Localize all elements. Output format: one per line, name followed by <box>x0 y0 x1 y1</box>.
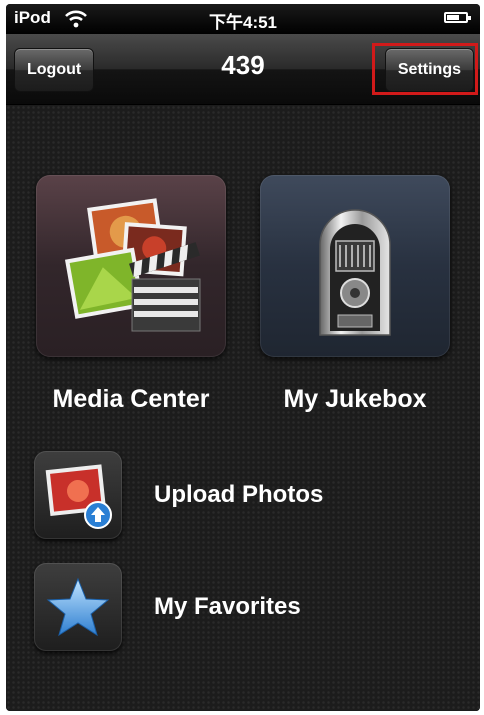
media-center-tile[interactable] <box>36 175 226 357</box>
status-time: 下午4:51 <box>208 13 278 32</box>
my-jukebox-tile[interactable] <box>260 175 450 357</box>
upload-photo-icon <box>45 464 112 529</box>
device-screen: iPod 下午4:51 Logout 439 Settings Media Ce… <box>6 4 480 711</box>
media-center-label[interactable]: Media Center <box>19 385 243 414</box>
my-favorites-icon-button[interactable] <box>34 563 122 651</box>
battery-icon <box>444 12 471 23</box>
upload-photos-label[interactable]: Upload Photos <box>154 481 323 509</box>
jukebox-icon <box>319 209 391 336</box>
star-icon <box>46 577 110 637</box>
upload-photos-icon-button[interactable] <box>34 451 122 539</box>
my-favorites-label[interactable]: My Favorites <box>154 593 301 621</box>
navigation-bar: Logout 439 Settings <box>6 34 480 105</box>
main-content: Media Center My Jukebox Upload Photos My… <box>6 105 480 711</box>
status-bar: iPod 下午4:51 <box>6 4 480 34</box>
my-jukebox-label[interactable]: My Jukebox <box>243 385 467 414</box>
settings-button[interactable]: Settings <box>384 48 474 92</box>
media-center-icon <box>64 198 201 332</box>
